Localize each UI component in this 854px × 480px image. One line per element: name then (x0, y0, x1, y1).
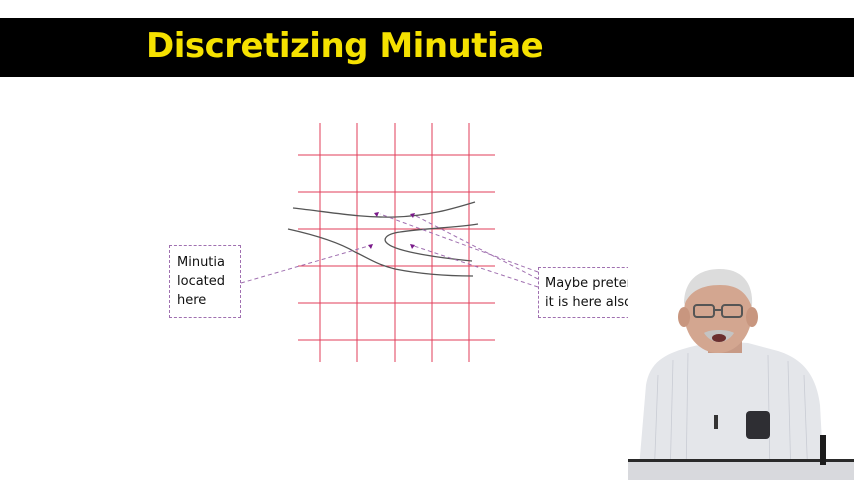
pointer-right-2 (415, 215, 539, 280)
callout-minutia-located: Minutia located here (169, 245, 241, 318)
presenter-video-inset (628, 265, 854, 480)
pointer-right-1 (379, 213, 539, 273)
minutia-marker-3 (368, 244, 373, 249)
ridge-line-2 (287, 228, 474, 277)
dashed-pointers (240, 213, 539, 288)
minutia-marker-4 (410, 244, 415, 249)
callout-left-line-3: here (177, 293, 207, 308)
discretization-grid (298, 123, 495, 362)
pointer-left-callout (240, 244, 373, 284)
callout-left-line-2: located (177, 274, 226, 289)
callout-left-line-1: Minutia (177, 255, 225, 270)
